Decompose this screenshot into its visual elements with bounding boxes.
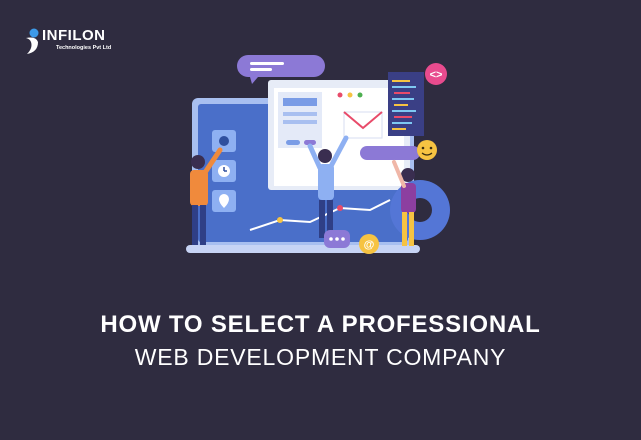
location-pin-icon	[212, 190, 236, 212]
code-editor-icon	[388, 72, 424, 136]
message-bubble-icon	[324, 230, 350, 248]
svg-text:@: @	[364, 239, 375, 251]
clock-icon	[212, 160, 236, 182]
headline-line-2: WEB DEVELOPMENT COMPANY	[134, 344, 507, 370]
code-badge: <>	[425, 63, 447, 85]
mail-envelope-icon	[343, 111, 383, 139]
mention-badge: @	[359, 234, 379, 254]
logo-mark-icon	[26, 28, 39, 54]
svg-text:<>: <>	[430, 69, 443, 81]
brand-logo[interactable]: INFILON Technologies Pvt Ltd	[22, 26, 132, 58]
web-development-illustration: <> @	[186, 55, 450, 254]
brand-tagline: Technologies Pvt Ltd	[56, 45, 112, 51]
headline-line-1: HOW TO SELECT A PROFESSIONAL	[100, 311, 541, 338]
smiley-icon	[417, 140, 437, 160]
camera-icon	[212, 130, 236, 152]
gear-icon	[390, 180, 450, 240]
page-headline: HOW TO SELECT A PROFESSIONAL WEB DEVELOP…	[0, 310, 641, 372]
brand-name: INFILON	[42, 27, 106, 44]
chat-bubble-icon	[237, 55, 325, 84]
